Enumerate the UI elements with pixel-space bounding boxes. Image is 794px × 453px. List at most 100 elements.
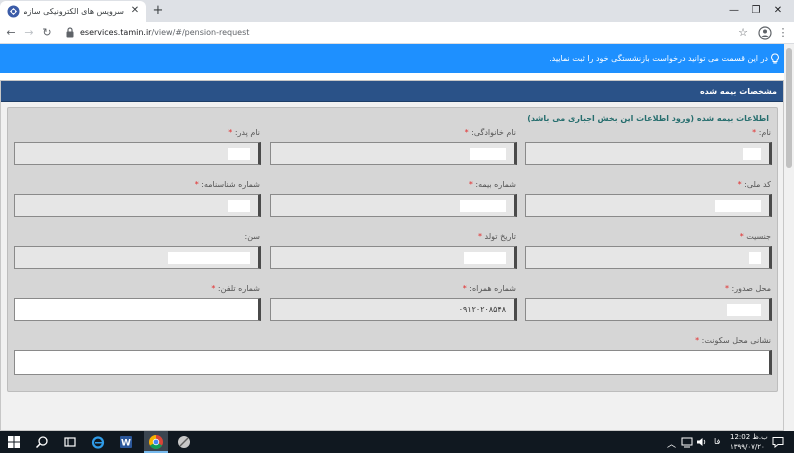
issue-place-field[interactable]	[525, 298, 772, 321]
browser-tab[interactable]: سرویس های الکترونیکی سازمان تا... ✕	[0, 1, 146, 22]
svg-text:W: W	[121, 439, 131, 449]
national-code-label: کد ملی: *	[525, 180, 771, 189]
mobile-number-field[interactable]: ۰۹۱۲۰۲۰۸۵۴۸	[270, 298, 517, 321]
new-tab-button[interactable]: +	[151, 3, 165, 19]
notifications-icon[interactable]	[772, 436, 784, 448]
redacted-value	[228, 148, 250, 160]
required-star: *	[737, 180, 742, 189]
reload-icon[interactable]: ↻	[40, 25, 54, 41]
father-name-label: نام پدر: *	[14, 128, 260, 137]
mobile-number-label-text: شماره همراه:	[469, 284, 516, 293]
insured-details-panel: مشخصات بیمه شده اطلاعات بیمه شده (ورود ا…	[0, 80, 784, 431]
redacted-value	[749, 252, 761, 264]
required-star: *	[464, 128, 469, 137]
father-name-label-text: نام پدر:	[234, 128, 260, 137]
required-star: *	[228, 128, 233, 137]
microsoft-word-icon[interactable]: W	[118, 434, 134, 450]
first-name-field[interactable]	[525, 142, 772, 165]
redacted-value	[464, 252, 506, 264]
birth-date-label: تاریخ تولد *	[270, 232, 516, 241]
address-bar[interactable]: eservices.tamin.ir/view/#/pension-reques…	[60, 24, 754, 42]
tab-title: سرویس های الکترونیکی سازمان تا...	[24, 7, 124, 16]
age-label-text: سن:	[244, 232, 261, 241]
required-star: *	[752, 128, 757, 137]
insurance-number-label: شماره بیمه: *	[270, 180, 516, 189]
father-name-field[interactable]	[14, 142, 261, 165]
browser-menu-icon[interactable]: ⋮	[777, 25, 789, 41]
national-code-label-text: کد ملی:	[744, 180, 771, 189]
lightbulb-icon	[771, 53, 779, 64]
window-restore-button[interactable]: ❐	[746, 2, 766, 19]
last-name-label-text: نام خانوادگی:	[471, 128, 516, 137]
redacted-value	[460, 200, 506, 212]
required-star: *	[468, 180, 473, 189]
last-name-field[interactable]	[270, 142, 517, 165]
id-number-label: شماره شناسنامه: *	[14, 180, 260, 189]
redacted-value	[470, 148, 506, 160]
bookmark-star-icon[interactable]: ☆	[736, 25, 750, 41]
redacted-value	[715, 200, 761, 212]
redacted-value	[743, 148, 761, 160]
tray-chevron-icon[interactable]: ︿	[667, 437, 676, 450]
birth-date-field[interactable]	[270, 246, 517, 269]
browser-tab-strip: سرویس های الکترونیکی سازمان تا... ✕ + — …	[0, 0, 794, 22]
page-scrollbar[interactable]	[784, 44, 794, 431]
first-name-label: نام: *	[525, 128, 771, 137]
redacted-value	[727, 304, 761, 316]
birth-date-label-text: تاریخ تولد	[484, 232, 516, 241]
required-star: *	[477, 232, 482, 241]
phone-number-label-text: شماره تلفن:	[217, 284, 260, 293]
address-label: نشانی محل سکونت: *	[525, 336, 771, 345]
redacted-value	[228, 200, 250, 212]
window-minimize-button[interactable]: —	[724, 2, 744, 19]
age-label: سن:	[14, 232, 261, 241]
id-number-label-text: شماره شناسنامه:	[201, 180, 260, 189]
task-view-icon[interactable]	[62, 434, 78, 450]
insurance-number-label-text: شماره بیمه:	[475, 180, 516, 189]
gender-label: جنسیت *	[525, 232, 771, 241]
lock-icon	[66, 27, 74, 38]
national-code-field[interactable]	[525, 194, 772, 217]
insurance-number-field[interactable]	[270, 194, 517, 217]
window-close-button[interactable]: ✕	[768, 2, 788, 19]
browser-toolbar: ← → ↻ eservices.tamin.ir/view/#/pension-…	[0, 22, 794, 44]
age-field[interactable]	[14, 246, 261, 269]
phone-number-input[interactable]	[14, 298, 261, 321]
panel-title: مشخصات بیمه شده	[699, 87, 777, 96]
internet-explorer-icon[interactable]	[90, 434, 106, 450]
required-star: *	[724, 284, 729, 293]
mobile-number-label: شماره همراه: *	[270, 284, 516, 293]
required-star: *	[211, 284, 216, 293]
required-star: *	[194, 180, 199, 189]
back-arrow-icon[interactable]: ←	[4, 25, 18, 41]
id-number-field[interactable]	[14, 194, 261, 217]
search-icon[interactable]	[34, 434, 50, 450]
app-feather-icon[interactable]	[176, 434, 192, 450]
fieldset-legend: اطلاعات بیمه شده (ورود اطلاعات این بخش ا…	[527, 114, 769, 123]
clock-time[interactable]: 12:02 ب.ظ	[730, 433, 768, 441]
account-icon[interactable]	[758, 25, 772, 41]
info-bar: در این قسمت می توانید درخواست بازنشستگی …	[0, 44, 784, 73]
chrome-taskbar-button[interactable]	[144, 431, 168, 453]
volume-icon[interactable]	[696, 436, 708, 448]
tab-close-icon[interactable]: ✕	[129, 4, 141, 18]
input-language[interactable]: فا	[714, 437, 720, 446]
page-viewport: در این قسمت می توانید درخواست بازنشستگی …	[0, 44, 784, 431]
issue-place-label: محل صدور: *	[525, 284, 771, 293]
address-input[interactable]	[14, 350, 772, 375]
phone-number-label: شماره تلفن: *	[14, 284, 260, 293]
windows-start-icon[interactable]	[6, 434, 22, 450]
panel-header: مشخصات بیمه شده	[1, 81, 783, 102]
required-star: *	[739, 232, 744, 241]
network-icon[interactable]	[681, 436, 693, 448]
tamin-favicon-icon	[7, 5, 20, 18]
last-name-label: نام خانوادگی: *	[270, 128, 516, 137]
clock-date[interactable]: ۱۳۹۹/۰۷/۲۰	[730, 443, 765, 451]
url-host: eservices.tamin.ir	[80, 28, 152, 37]
scrollbar-thumb[interactable]	[786, 48, 792, 168]
url-path: /view/#/pension-request	[151, 28, 250, 37]
chrome-icon	[149, 435, 163, 449]
info-message: در این قسمت می توانید درخواست بازنشستگی …	[549, 54, 768, 63]
gender-field[interactable]	[525, 246, 772, 269]
forward-arrow-icon[interactable]: →	[22, 25, 36, 41]
